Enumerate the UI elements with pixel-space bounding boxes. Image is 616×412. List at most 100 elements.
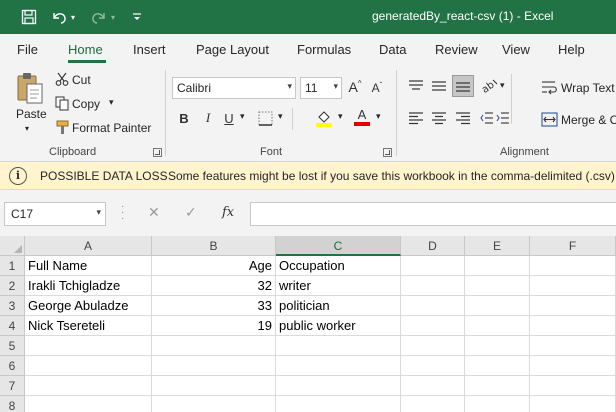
save-icon[interactable] bbox=[20, 8, 38, 26]
underline-dropdown-icon[interactable]: ▾ bbox=[240, 111, 245, 122]
wrap-text-icon[interactable] bbox=[540, 78, 558, 96]
fill-color-dropdown-icon[interactable]: ▾ bbox=[338, 111, 343, 122]
cell-e5[interactable] bbox=[465, 336, 530, 356]
formula-input[interactable] bbox=[250, 202, 616, 226]
font-size-combo[interactable]: 11 ▾ bbox=[300, 77, 342, 99]
underline-button[interactable]: U bbox=[222, 109, 236, 127]
font-color-dropdown-icon[interactable]: ▾ bbox=[376, 111, 381, 122]
borders-icon[interactable] bbox=[256, 109, 274, 127]
cell-a5[interactable] bbox=[25, 336, 152, 356]
cell-e4[interactable] bbox=[465, 316, 530, 336]
copy-icon[interactable] bbox=[54, 95, 70, 111]
cell-d4[interactable] bbox=[401, 316, 465, 336]
cell-b6[interactable] bbox=[152, 356, 276, 376]
redo-dropdown-icon[interactable]: ▾ bbox=[108, 8, 118, 26]
cell-c2[interactable]: writer bbox=[276, 276, 401, 296]
increase-indent-icon[interactable] bbox=[496, 109, 510, 127]
cut-button[interactable]: Cut bbox=[72, 73, 91, 87]
fill-color-icon[interactable] bbox=[314, 108, 334, 128]
insert-function-button[interactable]: fx bbox=[222, 205, 234, 220]
cell-f1[interactable] bbox=[530, 256, 616, 276]
cell-c4[interactable]: public worker bbox=[276, 316, 401, 336]
cell-b7[interactable] bbox=[152, 376, 276, 396]
cell-e8[interactable] bbox=[465, 396, 530, 412]
cell-c3[interactable]: politician bbox=[276, 296, 401, 316]
bold-button[interactable]: B bbox=[177, 109, 191, 127]
cell-e7[interactable] bbox=[465, 376, 530, 396]
cell-a6[interactable] bbox=[25, 356, 152, 376]
row-header-2[interactable]: 2 bbox=[0, 276, 25, 296]
enter-formula-button[interactable]: ✓ bbox=[185, 204, 197, 221]
format-painter-icon[interactable] bbox=[54, 119, 70, 135]
cell-e3[interactable] bbox=[465, 296, 530, 316]
column-header-a[interactable]: A bbox=[25, 236, 152, 256]
wrap-text-button[interactable]: Wrap Text bbox=[561, 81, 615, 95]
formula-bar-grip-icon[interactable]: · · · bbox=[121, 202, 125, 224]
tab-review[interactable]: Review bbox=[435, 42, 478, 57]
cell-f8[interactable] bbox=[530, 396, 616, 412]
cell-c1[interactable]: Occupation bbox=[276, 256, 401, 276]
tab-home[interactable]: Home bbox=[68, 42, 103, 57]
cell-d6[interactable] bbox=[401, 356, 465, 376]
font-launcher-icon[interactable] bbox=[383, 148, 392, 157]
column-header-c[interactable]: C bbox=[276, 236, 401, 256]
increase-font-size-icon[interactable]: A ^ bbox=[346, 78, 364, 96]
cell-f4[interactable] bbox=[530, 316, 616, 336]
cell-f7[interactable] bbox=[530, 376, 616, 396]
cell-c7[interactable] bbox=[276, 376, 401, 396]
cell-a3[interactable]: George Abuladze bbox=[25, 296, 152, 316]
undo-icon[interactable] bbox=[50, 8, 68, 26]
tab-data[interactable]: Data bbox=[379, 42, 406, 57]
italic-button[interactable]: I bbox=[201, 109, 215, 127]
row-header-8[interactable]: 8 bbox=[0, 396, 25, 412]
align-middle-icon[interactable] bbox=[430, 77, 448, 95]
cell-b4[interactable]: 19 bbox=[152, 316, 276, 336]
orientation-icon[interactable]: ab bbox=[480, 77, 500, 95]
paste-button-label[interactable]: Paste bbox=[16, 107, 47, 121]
cell-d3[interactable] bbox=[401, 296, 465, 316]
align-top-icon[interactable] bbox=[407, 77, 425, 95]
cell-a2[interactable]: Irakli Tchigladze bbox=[25, 276, 152, 296]
font-color-icon[interactable]: A bbox=[353, 107, 371, 127]
row-header-5[interactable]: 5 bbox=[0, 336, 25, 356]
tab-help[interactable]: Help bbox=[558, 42, 585, 57]
cell-b8[interactable] bbox=[152, 396, 276, 412]
tab-view[interactable]: View bbox=[502, 42, 530, 57]
cell-f6[interactable] bbox=[530, 356, 616, 376]
undo-dropdown-icon[interactable]: ▾ bbox=[68, 8, 78, 26]
cell-d2[interactable] bbox=[401, 276, 465, 296]
cell-f5[interactable] bbox=[530, 336, 616, 356]
cell-b3[interactable]: 33 bbox=[152, 296, 276, 316]
cancel-formula-button[interactable]: ✕ bbox=[148, 204, 160, 221]
worksheet-grid[interactable]: A B C D E F 1 Full Name Age Occupation 2 Irakli Tch… bbox=[0, 236, 616, 412]
format-painter-button[interactable]: Format Painter bbox=[72, 121, 151, 135]
align-bottom-icon[interactable] bbox=[452, 75, 474, 97]
column-header-f[interactable]: F bbox=[530, 236, 616, 256]
cell-d1[interactable] bbox=[401, 256, 465, 276]
cell-e6[interactable] bbox=[465, 356, 530, 376]
redo-icon[interactable] bbox=[90, 8, 108, 26]
cell-c8[interactable] bbox=[276, 396, 401, 412]
row-header-1[interactable]: 1 bbox=[0, 256, 25, 276]
cell-e1[interactable] bbox=[465, 256, 530, 276]
align-left-icon[interactable] bbox=[407, 109, 425, 127]
cell-d7[interactable] bbox=[401, 376, 465, 396]
cell-b2[interactable]: 32 bbox=[152, 276, 276, 296]
tab-file[interactable]: File bbox=[17, 42, 38, 57]
row-header-3[interactable]: 3 bbox=[0, 296, 25, 316]
row-header-6[interactable]: 6 bbox=[0, 356, 25, 376]
cell-a4[interactable]: Nick Tsereteli bbox=[25, 316, 152, 336]
column-header-b[interactable]: B bbox=[152, 236, 276, 256]
copy-dropdown-icon[interactable]: ▾ bbox=[109, 97, 114, 108]
merge-center-icon[interactable] bbox=[540, 110, 558, 128]
tab-formulas[interactable]: Formulas bbox=[297, 42, 351, 57]
font-family-combo[interactable]: Calibri ▾ bbox=[172, 77, 296, 99]
clipboard-launcher-icon[interactable] bbox=[153, 148, 162, 157]
borders-dropdown-icon[interactable]: ▾ bbox=[278, 111, 283, 122]
row-header-7[interactable]: 7 bbox=[0, 376, 25, 396]
column-header-d[interactable]: D bbox=[401, 236, 465, 256]
orientation-dropdown-icon[interactable]: ▾ bbox=[500, 80, 505, 91]
cell-f3[interactable] bbox=[530, 296, 616, 316]
name-box[interactable]: C17 ▾ bbox=[4, 202, 106, 226]
column-header-e[interactable]: E bbox=[465, 236, 530, 256]
